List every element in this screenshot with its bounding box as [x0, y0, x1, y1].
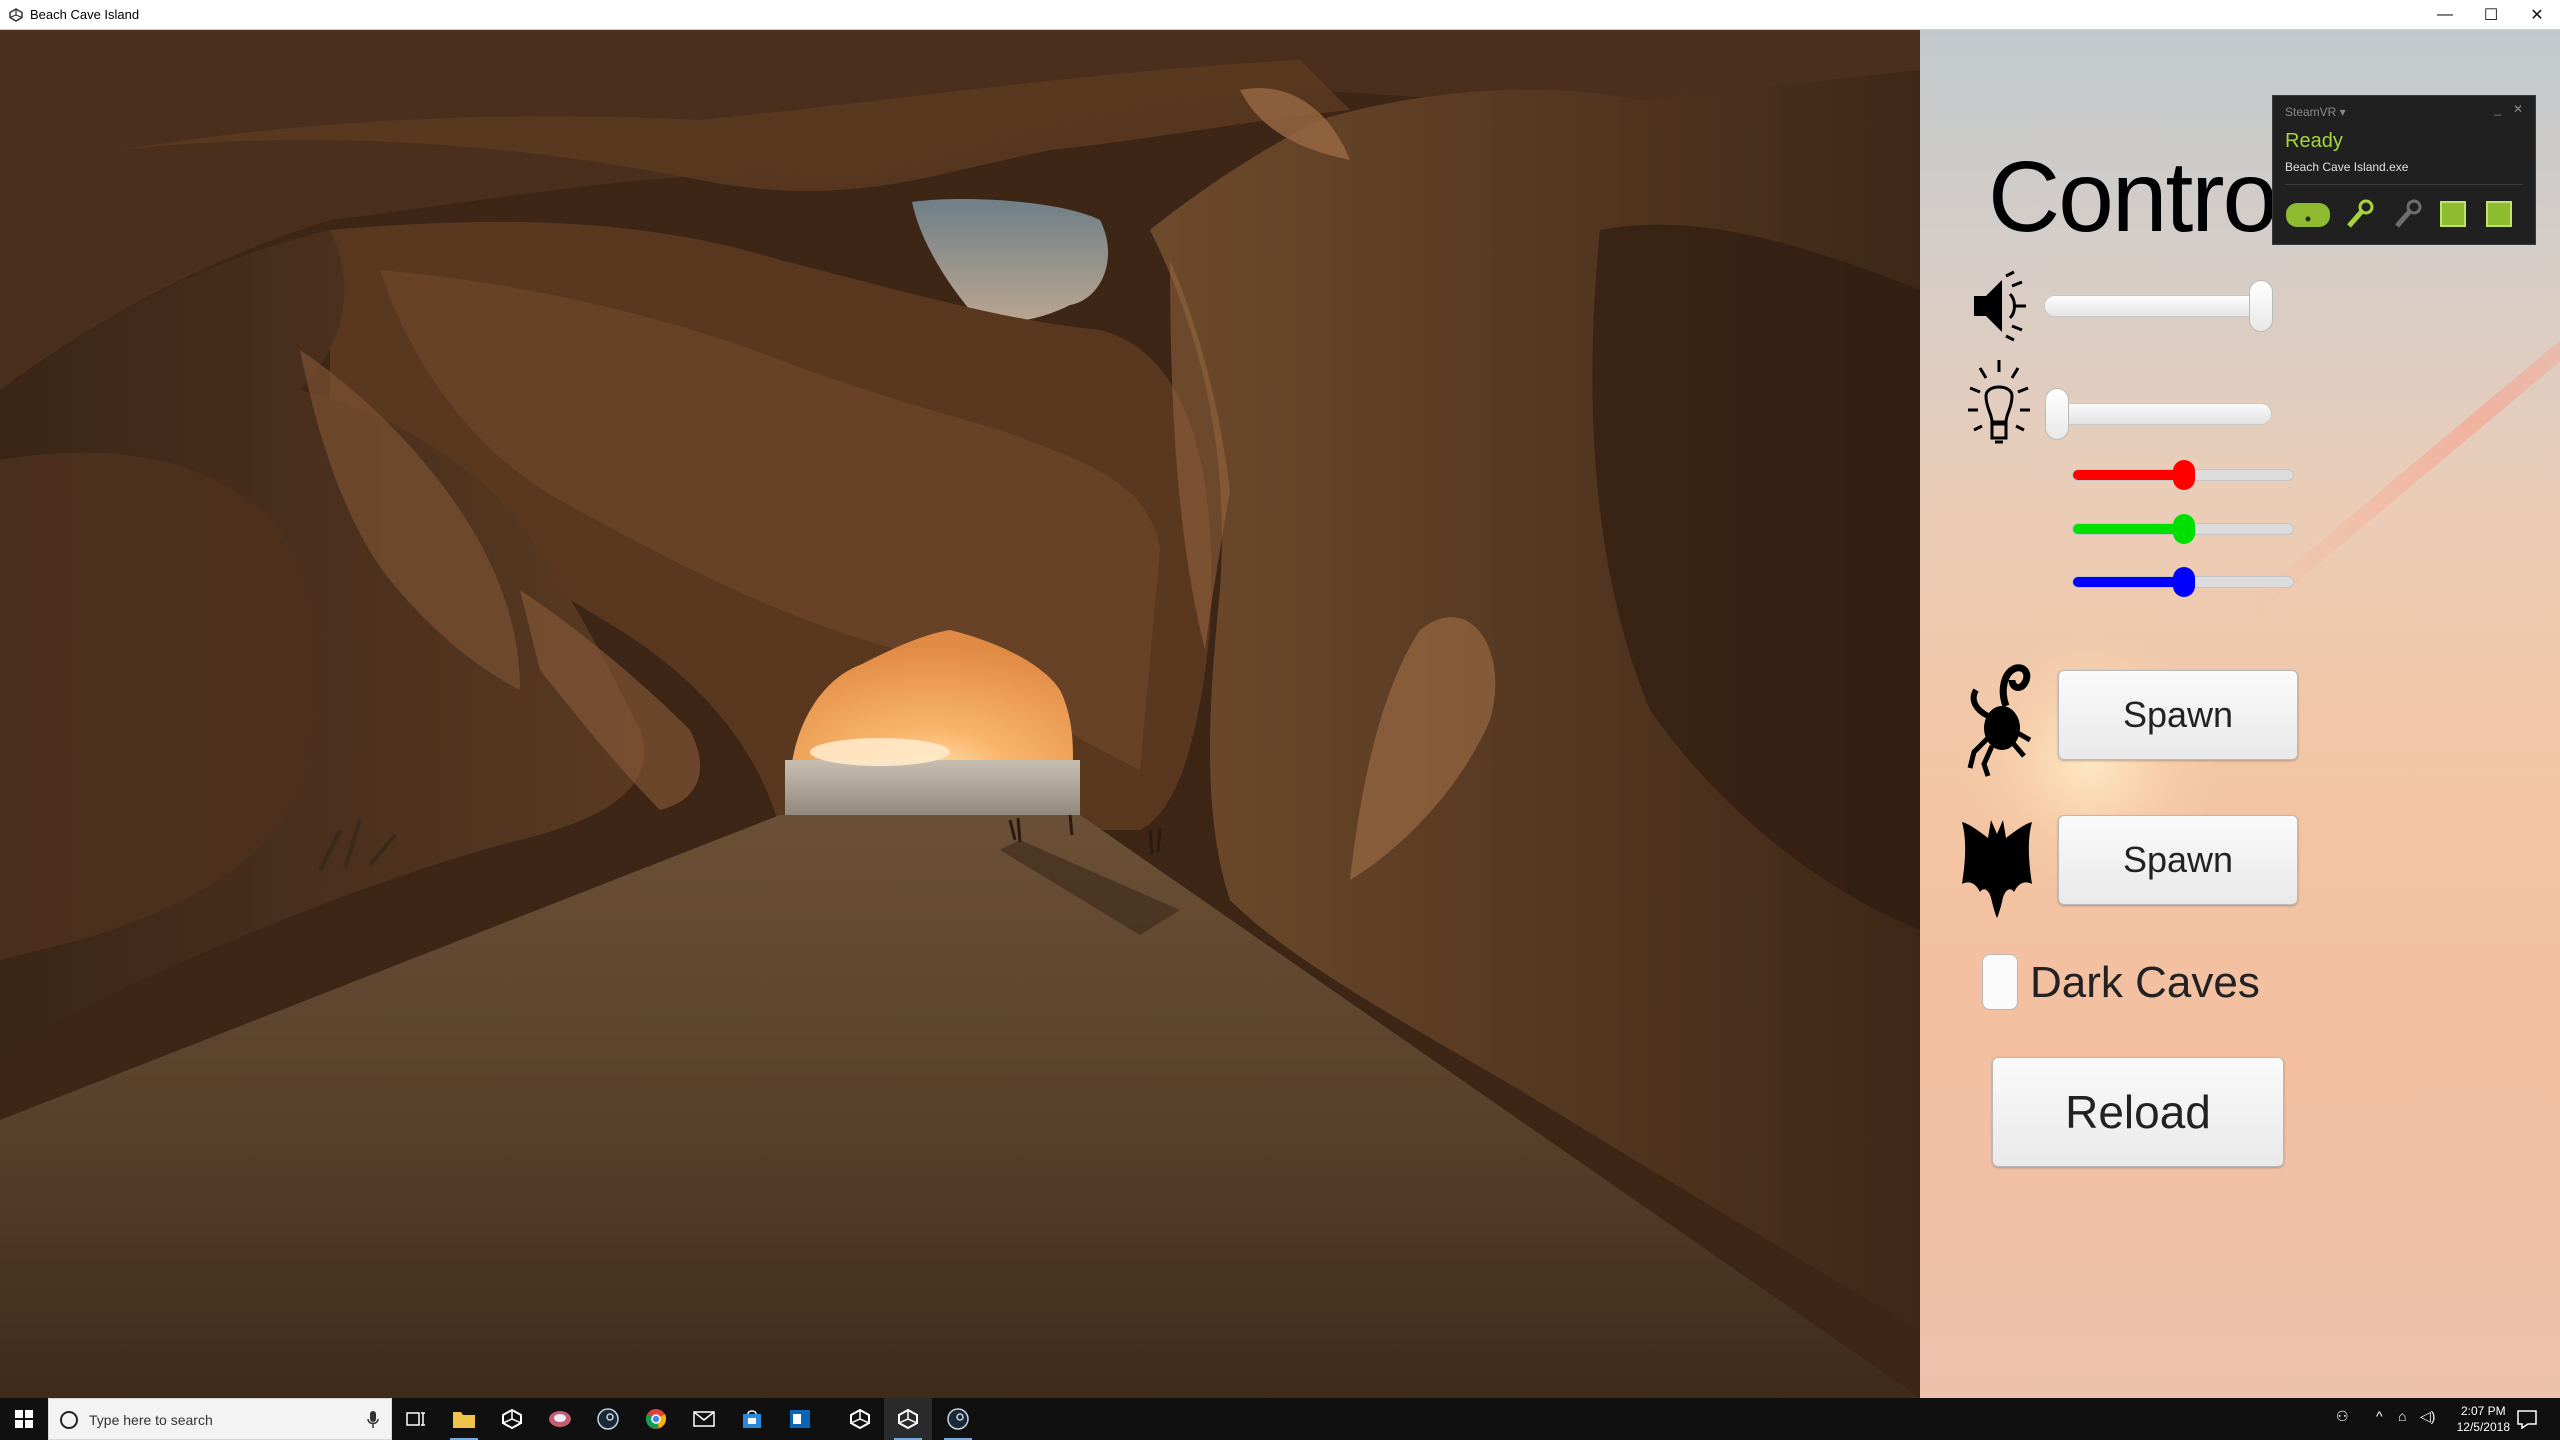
steam-icon: [597, 1408, 619, 1430]
panel-background-streak: [2245, 219, 2560, 617]
taskbar-clock[interactable]: 2:07 PM 12/5/2018: [2457, 1403, 2510, 1435]
app-taskbar-button[interactable]: [536, 1398, 584, 1440]
red-slider[interactable]: [2072, 460, 2294, 490]
taskbar-search-box[interactable]: Type here to search: [48, 1398, 392, 1440]
store-icon: [743, 1410, 761, 1428]
start-button[interactable]: [0, 1398, 48, 1440]
steamvr-separator: [2285, 184, 2523, 185]
steam-taskbar-button[interactable]: [584, 1398, 632, 1440]
steamvr-menu[interactable]: SteamVR ▾: [2285, 105, 2346, 119]
dark-caves-checkbox[interactable]: [1982, 954, 2018, 1010]
dark-caves-label: Dark Caves: [2030, 958, 2260, 1007]
taskbar: Type here to search ⚇ ^ ⌂ ◁) 2:07 PM 12/…: [0, 1398, 2560, 1440]
maximize-button[interactable]: ☐: [2468, 0, 2514, 30]
task-view-icon: [406, 1412, 425, 1426]
volume-slider-thumb[interactable]: [2249, 280, 2273, 332]
speaker-icon: [1974, 270, 2026, 342]
cortana-circle-icon: [60, 1411, 78, 1429]
minimize-button[interactable]: —: [2422, 0, 2468, 30]
microphone-icon[interactable]: [367, 1411, 379, 1429]
close-button[interactable]: ✕: [2514, 0, 2560, 30]
blue-slider[interactable]: [2072, 567, 2294, 597]
steamvr-taskbar-button[interactable]: [934, 1398, 982, 1440]
bat-icon: [1962, 820, 2032, 918]
action-center-icon[interactable]: [2516, 1408, 2538, 1430]
mail-icon: [693, 1411, 715, 1427]
light-slider[interactable]: [2044, 388, 2272, 440]
steamvr-icon: [947, 1408, 969, 1430]
steamvr-status: Ready: [2285, 130, 2343, 152]
unity-taskbar-button[interactable]: [488, 1398, 536, 1440]
steamvr-status-window: SteamVR ▾ _ ✕ Ready Beach Cave Island.ex…: [2272, 95, 2536, 245]
crab-icon: [1967, 664, 2032, 777]
file-explorer-taskbar-button[interactable]: [440, 1398, 488, 1440]
spawn-crab-button[interactable]: Spawn: [2058, 670, 2298, 760]
clock-date: 12/5/2018: [2456, 1420, 2510, 1434]
steamvr-minimize-button[interactable]: _: [2494, 102, 2501, 116]
volume-slider[interactable]: [2044, 280, 2273, 332]
title-bar: Beach Cave Island — ☐ ✕: [0, 0, 2560, 30]
steamvr-running-app: Beach Cave Island.exe: [2285, 160, 2409, 174]
blue-slider-fill: [2073, 577, 2184, 587]
controller-icon[interactable]: [2343, 198, 2375, 230]
outlook-taskbar-button[interactable]: [776, 1398, 824, 1440]
red-slider-knob[interactable]: [2173, 460, 2195, 490]
steamvr-close-button[interactable]: ✕: [2513, 102, 2523, 116]
volume-slider-fill: [2045, 296, 2261, 316]
network-icon[interactable]: ⌂: [2398, 1408, 2406, 1424]
unity-icon: [502, 1408, 522, 1430]
cave-scene: [0, 30, 1920, 1398]
show-hidden-icons-chevron-icon[interactable]: ^: [2376, 1408, 2383, 1424]
search-placeholder: Type here to search: [89, 1412, 213, 1428]
app-icon: [549, 1411, 571, 1427]
reload-button[interactable]: Reload: [1992, 1057, 2284, 1167]
green-slider-knob[interactable]: [2173, 514, 2195, 544]
base-station-icon[interactable]: [2485, 200, 2513, 228]
outlook-icon: [790, 1410, 810, 1428]
people-icon[interactable]: ⚇: [2336, 1408, 2349, 1425]
lightbulb-icon: [1968, 360, 2030, 444]
task-view-button[interactable]: [392, 1398, 440, 1440]
green-slider-fill: [2073, 524, 2184, 534]
unity-taskbar-button-2[interactable]: [836, 1398, 884, 1440]
blue-slider-knob[interactable]: [2173, 567, 2195, 597]
headset-icon[interactable]: [2285, 202, 2331, 228]
chrome-taskbar-button[interactable]: [632, 1398, 680, 1440]
clock-time: 2:07 PM: [2460, 1404, 2506, 1418]
controller-inactive-icon[interactable]: [2391, 198, 2423, 230]
chrome-icon: [645, 1409, 667, 1429]
unity-app-icon: [9, 8, 23, 22]
mail-taskbar-button[interactable]: [680, 1398, 728, 1440]
red-slider-fill: [2073, 470, 2184, 480]
game-viewport[interactable]: [0, 30, 1920, 1398]
beach-cave-island-taskbar-button[interactable]: [884, 1398, 932, 1440]
windows-logo-icon: [15, 1410, 33, 1428]
unity-icon: [898, 1408, 918, 1430]
unity-icon: [850, 1408, 870, 1430]
light-slider-thumb[interactable]: [2045, 388, 2069, 440]
volume-icon[interactable]: ◁): [2420, 1408, 2435, 1425]
folder-icon: [453, 1412, 475, 1428]
base-station-icon[interactable]: [2439, 200, 2467, 228]
window-title: Beach Cave Island: [30, 7, 140, 22]
store-taskbar-button[interactable]: [728, 1398, 776, 1440]
spawn-bat-button[interactable]: Spawn: [2058, 815, 2298, 905]
green-slider[interactable]: [2072, 514, 2294, 544]
